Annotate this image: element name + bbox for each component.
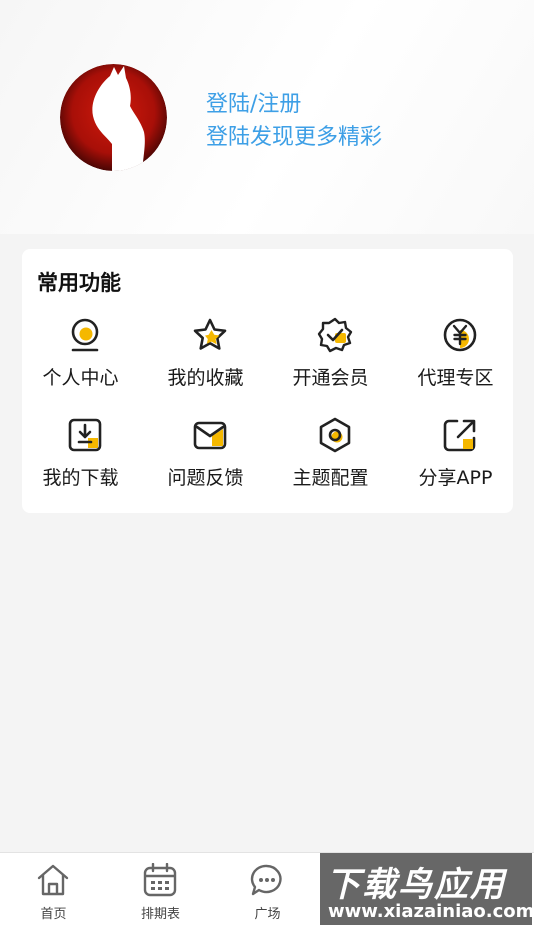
function-label: 我的收藏 [167, 367, 244, 389]
mail-icon [193, 421, 227, 450]
function-downloads[interactable]: 我的下载 [22, 417, 145, 497]
function-label: 代理专区 [417, 367, 494, 389]
function-label: 开通会员 [292, 367, 369, 389]
share-icon [443, 419, 476, 452]
function-feedback[interactable]: 问题反馈 [147, 417, 270, 497]
common-functions-card: 常用功能 个人中心 我的收藏 开通会员 代理专区 我的下载 问题反馈 主题配置 … [22, 249, 513, 513]
watermark-overlay: 下载鸟应用 www.xiazainiao.com [320, 853, 534, 925]
login-register-link[interactable]: 登陆/注册 [206, 88, 382, 121]
function-label: 我的下载 [42, 467, 119, 489]
watermark-url: www.xiazainiao.com [328, 901, 534, 922]
function-theme[interactable]: 主题配置 [272, 417, 395, 497]
home-icon [37, 864, 69, 896]
tab-home[interactable]: 首页 [0, 853, 107, 928]
function-share-app[interactable]: 分享APP [397, 417, 520, 497]
tab-schedule[interactable]: 排期表 [107, 853, 214, 928]
function-label: 个人中心 [42, 367, 119, 389]
login-hint-text: 登陆发现更多精彩 [206, 125, 383, 150]
theme-hexagon-icon [319, 417, 351, 453]
function-user-center[interactable]: 个人中心 [22, 317, 145, 397]
profile-header: 登陆/注册 登陆发现更多精彩 [0, 0, 534, 234]
vip-badge-icon [317, 317, 353, 353]
function-label: 分享APP [418, 467, 493, 489]
function-vip[interactable]: 开通会员 [272, 317, 395, 397]
chat-bubble-icon [250, 864, 282, 896]
star-icon [193, 318, 227, 350]
function-favorites[interactable]: 我的收藏 [147, 317, 270, 397]
yen-coin-icon [443, 318, 477, 352]
function-label: 主题配置 [292, 467, 369, 489]
tab-label: 首页 [40, 907, 67, 922]
tab-label: 广场 [254, 907, 281, 922]
avatar[interactable] [60, 64, 167, 171]
tab-square[interactable]: 广场 [214, 853, 321, 928]
download-icon [68, 418, 102, 452]
card-title: 常用功能 [37, 271, 121, 295]
user-center-icon [71, 318, 99, 352]
login-prompt[interactable]: 登陆/注册 登陆发现更多精彩 [206, 88, 382, 154]
watermark-logo-text: 下载鸟应用 [326, 865, 506, 905]
function-label: 问题反馈 [167, 467, 244, 489]
function-agent-zone[interactable]: 代理专区 [397, 317, 520, 397]
tab-label: 排期表 [140, 907, 180, 922]
calendar-icon [143, 863, 177, 897]
